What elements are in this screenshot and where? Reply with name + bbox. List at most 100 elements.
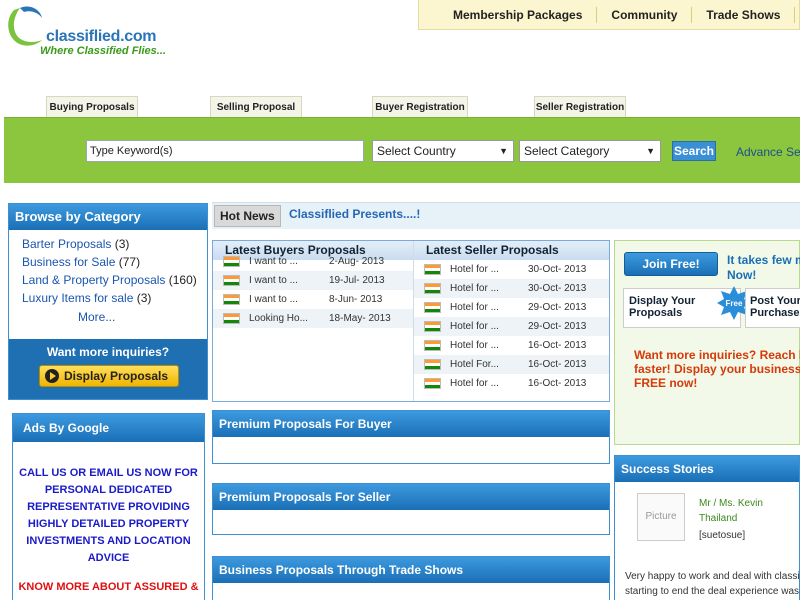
list-item[interactable]: Hotel for ... 30-Oct- 2013 bbox=[414, 279, 609, 298]
testimonial-text: Very happy to work and deal with classif… bbox=[625, 569, 800, 599]
more-categories-link[interactable]: More... bbox=[9, 307, 207, 327]
premium-seller-title: Premium Proposals For Seller bbox=[213, 484, 609, 510]
nav-community[interactable]: Community bbox=[597, 6, 693, 23]
proposal-title: Hotel for ... bbox=[450, 378, 499, 389]
category-label: Barter Proposals bbox=[22, 237, 112, 251]
inquiries-strip: Want more inquiries? Display Proposals bbox=[9, 339, 207, 399]
proposal-title: Hotel for ... bbox=[450, 264, 499, 275]
tab-buyer-registration[interactable]: Buyer Registration bbox=[372, 96, 468, 118]
proposal-date: 30-Oct- 2013 bbox=[528, 283, 587, 294]
latest-proposals-panel: Latest Buyers Proposals I want to ... 2-A… bbox=[212, 240, 610, 402]
ad-line: INVESTMENTS AND LOCATION bbox=[26, 535, 191, 547]
join-free-panel: Join Free! It takes few mi Now! Display … bbox=[614, 240, 800, 445]
search-button[interactable]: Search bbox=[672, 141, 716, 161]
free-badge-label: Free bbox=[726, 299, 743, 308]
person-name[interactable]: Mr / Ms. Kevin bbox=[699, 496, 763, 512]
join-message: Want more inquiries? Reach b faster! Dis… bbox=[634, 348, 800, 390]
ad-text-blue[interactable]: CALL US OR EMAIL US NOW FOR PERSONAL DED… bbox=[13, 442, 204, 567]
proposal-date: 29-Oct- 2013 bbox=[528, 321, 587, 332]
category-item[interactable]: Land & Property Proposals (160) bbox=[22, 271, 207, 289]
ad-line: KNOW MORE ABOUT ASSURED & bbox=[18, 581, 199, 593]
ads-panel: Ads By Google CALL US OR EMAIL US NOW FO… bbox=[12, 413, 205, 600]
category-item[interactable]: Barter Proposals (3) bbox=[22, 235, 207, 253]
india-flag-icon bbox=[223, 313, 240, 324]
list-item[interactable]: Hotel For... 16-Oct- 2013 bbox=[414, 355, 609, 374]
logo-tagline: Where Classified Flies... bbox=[40, 45, 166, 57]
proposal-title: Hotel for ... bbox=[450, 283, 499, 294]
list-item[interactable]: Hotel for ... 30-Oct- 2013 bbox=[414, 260, 609, 279]
person-location: Thailand bbox=[699, 513, 738, 524]
join-free-button[interactable]: Join Free! bbox=[624, 252, 718, 276]
list-item[interactable]: Hotel for ... 29-Oct- 2013 bbox=[414, 298, 609, 317]
site-logo[interactable]: classiflied.com Where Classified Flies..… bbox=[6, 4, 176, 57]
browse-by-category-panel: Browse by Category Barter Proposals (3) … bbox=[8, 203, 208, 400]
logo-swoosh-icon bbox=[8, 6, 42, 46]
list-item[interactable]: I want to ... 19-Jul- 2013 bbox=[213, 271, 413, 290]
proposal-title: Hotel For... bbox=[450, 359, 499, 370]
display-proposals-card[interactable]: Display Your Proposals Free bbox=[623, 286, 751, 328]
category-label: Luxury Items for sale bbox=[22, 291, 134, 305]
join-message-line: Want more inquiries? Reach b bbox=[634, 348, 800, 362]
hot-news-ticker[interactable]: Classiflied Presents....! bbox=[289, 207, 420, 221]
category-count: (77) bbox=[118, 255, 141, 269]
chevron-down-icon: ▼ bbox=[499, 146, 508, 156]
list-item[interactable]: Hotel for ... 16-Oct- 2013 bbox=[414, 336, 609, 355]
nav-advertise[interactable]: Ad bbox=[795, 7, 800, 23]
post-purchase-card[interactable]: Post Your Purchase bbox=[745, 288, 800, 328]
premium-buyer-title: Premium Proposals For Buyer bbox=[213, 411, 609, 437]
proposal-date: 16-Oct- 2013 bbox=[528, 340, 587, 351]
list-item[interactable]: Hotel for ... 29-Oct- 2013 bbox=[414, 317, 609, 336]
join-tagline: It takes few mi Now! bbox=[727, 253, 800, 283]
ad-line: CALL US OR EMAIL US NOW FOR bbox=[19, 467, 198, 479]
country-select-value: Select Country bbox=[377, 144, 456, 158]
country-select[interactable]: Select Country ▼ bbox=[372, 140, 514, 162]
chevron-down-icon: ▼ bbox=[646, 146, 655, 156]
join-message-line: FREE now! bbox=[634, 376, 698, 390]
advance-search-link[interactable]: Advance Sea bbox=[736, 145, 800, 159]
display-proposals-label: Display Proposals bbox=[64, 369, 169, 383]
join-tagline-line: Now! bbox=[727, 268, 757, 282]
trade-shows-panel: Business Proposals Through Trade Shows bbox=[212, 556, 610, 600]
proposal-date: 29-Oct- 2013 bbox=[528, 302, 587, 313]
buyers-proposals-column: Latest Buyers Proposals I want to ... 2-A… bbox=[213, 241, 413, 401]
category-label: Business for Sale bbox=[22, 255, 116, 269]
ad-text-red[interactable]: KNOW MORE ABOUT ASSURED & bbox=[13, 567, 204, 596]
testimonial-line: starting to end the deal experience was … bbox=[625, 586, 800, 597]
ads-title: Ads By Google bbox=[13, 414, 204, 442]
india-flag-icon bbox=[424, 321, 441, 332]
proposal-title: I want to ... bbox=[249, 275, 298, 286]
avatar: Picture bbox=[637, 493, 685, 541]
ad-line: ADVICE bbox=[87, 552, 130, 564]
proposal-title: Looking Ho... bbox=[249, 313, 308, 324]
seller-proposals-column: Latest Seller Proposals Hotel for ... 30-… bbox=[413, 241, 609, 401]
india-flag-icon bbox=[424, 302, 441, 313]
success-stories-panel: Success Stories Picture Mr / Ms. Kevin T… bbox=[614, 455, 800, 600]
success-stories-title: Success Stories bbox=[615, 456, 799, 482]
category-item[interactable]: Business for Sale (77) bbox=[22, 253, 207, 271]
keyword-input[interactable] bbox=[86, 140, 364, 162]
card-line: Post Your bbox=[750, 295, 800, 307]
list-item[interactable]: Hotel for ... 16-Oct- 2013 bbox=[414, 374, 609, 393]
card-line: Purchase bbox=[750, 307, 800, 319]
category-label: Land & Property Proposals bbox=[22, 273, 166, 287]
india-flag-icon bbox=[424, 264, 441, 275]
tab-buying-proposals[interactable]: Buying Proposals bbox=[46, 96, 138, 118]
list-item[interactable]: Looking Ho... 18-May- 2013 bbox=[213, 309, 413, 328]
category-select[interactable]: Select Category ▼ bbox=[519, 140, 661, 162]
tab-selling-proposal[interactable]: Selling Proposal bbox=[210, 96, 302, 118]
category-item[interactable]: Luxury Items for sale (3) bbox=[22, 289, 207, 307]
india-flag-icon bbox=[223, 294, 240, 305]
proposal-tabs: Buying Proposals Selling Proposal Buyer … bbox=[0, 96, 800, 118]
display-proposals-button[interactable]: Display Proposals bbox=[39, 365, 179, 387]
logo-name: classiflied.com bbox=[46, 28, 157, 45]
browse-title: Browse by Category bbox=[9, 204, 207, 230]
category-count: (3) bbox=[114, 237, 130, 251]
list-item[interactable]: I want to ... 8-Jun- 2013 bbox=[213, 290, 413, 309]
india-flag-icon bbox=[424, 340, 441, 351]
proposal-date: 19-Jul- 2013 bbox=[329, 275, 385, 286]
india-flag-icon bbox=[424, 378, 441, 389]
nav-membership-packages[interactable]: Membership Packages bbox=[419, 6, 598, 23]
nav-trade-shows[interactable]: Trade Shows bbox=[692, 6, 796, 23]
list-item[interactable]: I want to ... 2-Aug- 2013 bbox=[213, 252, 413, 271]
tab-seller-registration[interactable]: Seller Registration bbox=[534, 96, 626, 118]
